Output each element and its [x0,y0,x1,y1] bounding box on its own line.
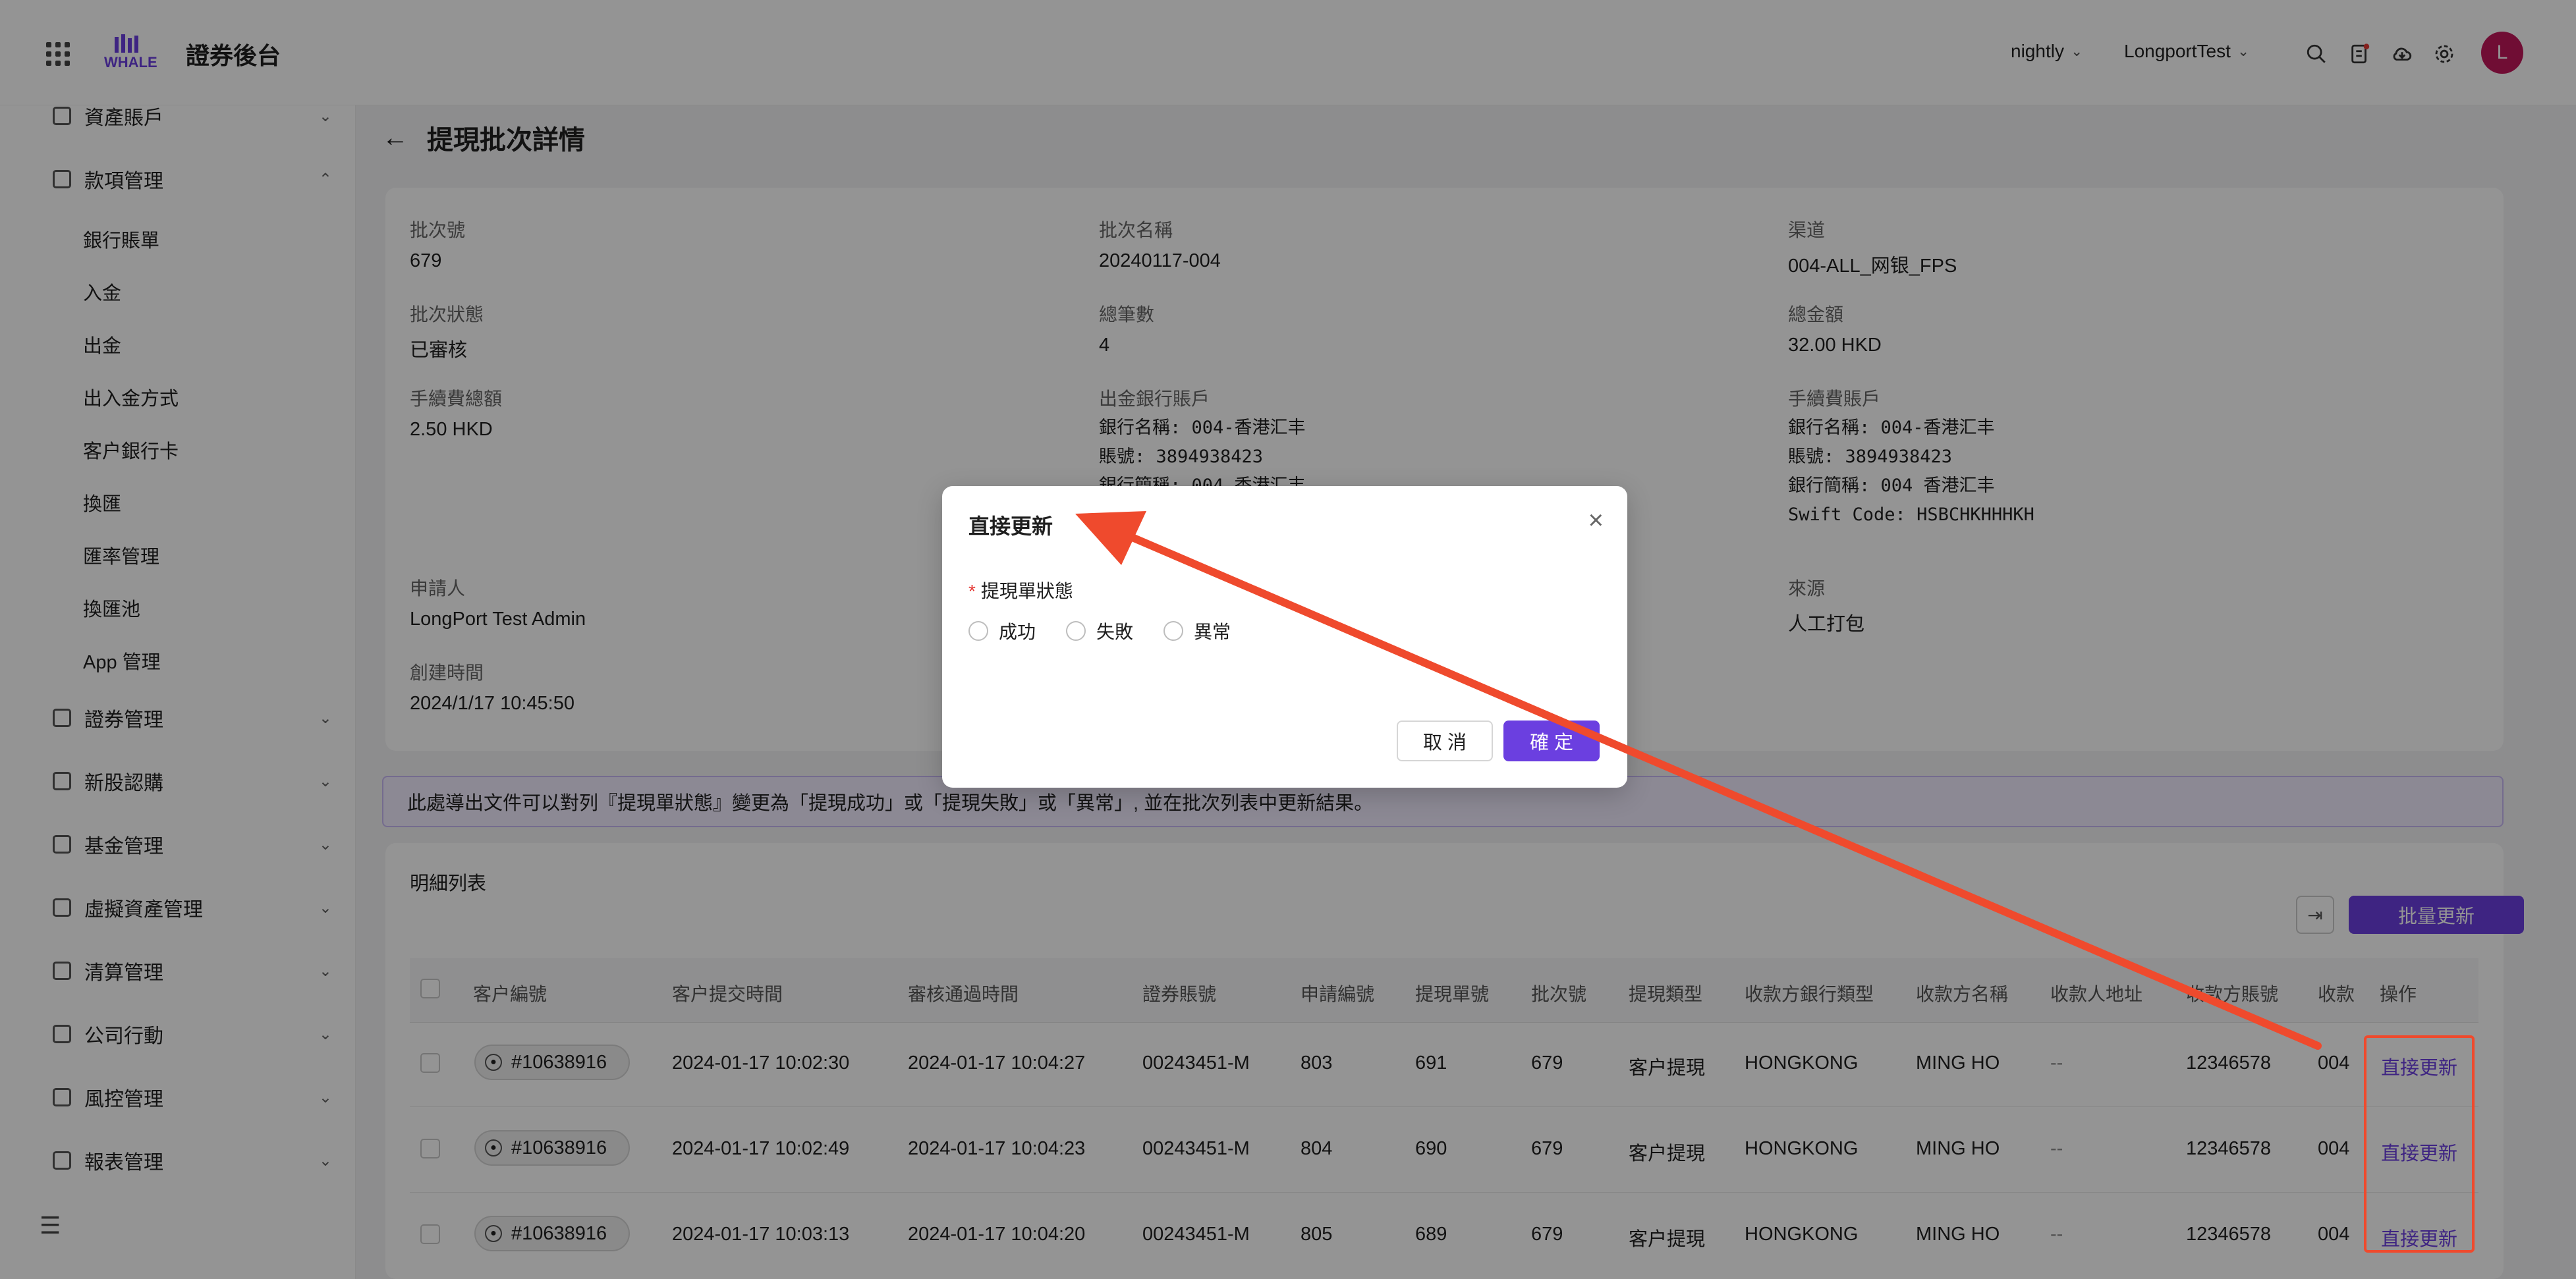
radio-success[interactable]: 成功 [968,618,1036,644]
direct-update-dialog: 直接更新 × * 提現單狀態 成功 失敗 異常 取 消 確 定 [942,486,1627,788]
close-icon[interactable]: × [1588,506,1604,535]
radio-circle[interactable] [1163,621,1184,641]
radio-label: 異常 [1194,622,1231,642]
dialog-title: 直接更新 [968,514,1053,538]
withdrawal-status-label-text: 提現單狀態 [980,581,1073,601]
radio-label: 失敗 [1096,622,1134,642]
withdrawal-status-label: * 提現單狀態 [968,577,1073,603]
withdrawal-status-radio-group: 成功 失敗 異常 [968,618,1231,644]
radio-failed[interactable]: 失敗 [1066,618,1133,644]
radio-label: 成功 [999,622,1036,642]
confirm-button[interactable]: 確 定 [1503,721,1600,761]
annotation-highlight-box [2364,1035,2475,1253]
cancel-button[interactable]: 取 消 [1397,721,1493,761]
radio-circle[interactable] [1066,621,1086,641]
required-marker: * [968,581,976,601]
radio-abnormal[interactable]: 異常 [1163,618,1231,644]
radio-circle[interactable] [968,621,988,641]
